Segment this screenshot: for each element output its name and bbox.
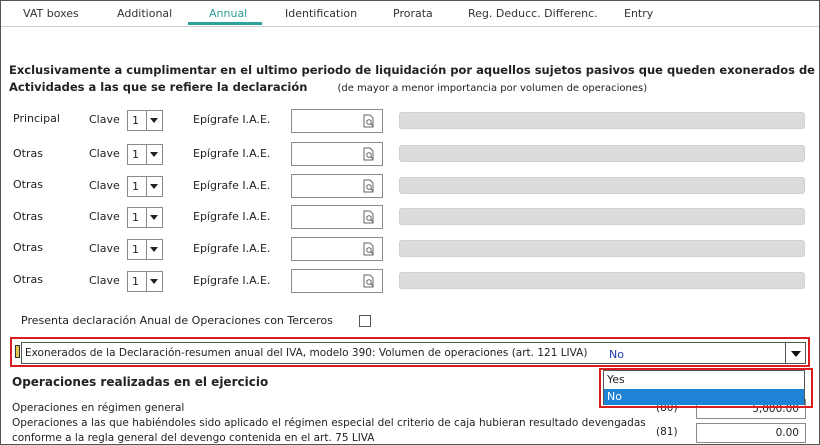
operaciones-regimen-general-label: Operaciones en régimen general xyxy=(12,402,185,414)
exonerados-selected-value: No xyxy=(609,348,624,361)
activity-type-label: Otras xyxy=(13,178,43,191)
tab-additional[interactable]: Additional xyxy=(117,7,172,20)
operaciones-criterio-caja-label-1: Operaciones a las que habiéndoles sido a… xyxy=(12,417,646,429)
required-indicator-icon xyxy=(15,345,20,358)
tab-bar: VAT boxes Additional Annual Identificati… xyxy=(1,1,819,27)
chevron-down-icon[interactable] xyxy=(146,272,162,291)
box-code-81: (81) xyxy=(656,426,678,438)
clave-value: 1 xyxy=(132,114,139,127)
clave-select[interactable]: 1 xyxy=(127,144,163,165)
clave-value: 1 xyxy=(132,275,139,288)
dropdown-option-yes[interactable]: Yes xyxy=(604,372,804,388)
operaciones-criterio-caja-label-2: conforme a la regla general del devengo … xyxy=(12,432,375,444)
criterio-caja-amount-input[interactable]: 0.00 xyxy=(696,423,806,443)
activity-description-field xyxy=(399,208,805,225)
epigrafe-label: Epígrafe I.A.E. xyxy=(193,274,271,287)
activities-subtitle: (de mayor a menor importancia por volume… xyxy=(337,83,648,94)
activity-description-field xyxy=(399,272,805,289)
chevron-down-icon[interactable] xyxy=(146,145,162,164)
clave-value: 1 xyxy=(132,243,139,256)
epigrafe-label: Epígrafe I.A.E. xyxy=(193,242,271,255)
lookup-icon[interactable] xyxy=(363,274,375,288)
activity-description-field xyxy=(399,177,805,194)
activities-title: Actividades a las que se refiere la decl… xyxy=(9,80,308,94)
clave-label: Clave xyxy=(89,210,120,223)
epigrafe-input[interactable] xyxy=(291,205,383,229)
lookup-icon[interactable] xyxy=(363,147,375,161)
activity-type-label: Otras xyxy=(13,241,43,254)
chevron-down-icon[interactable] xyxy=(146,208,162,227)
clave-label: Clave xyxy=(89,147,120,160)
terceros-label: Presenta declaración Anual de Operacione… xyxy=(21,314,333,327)
epigrafe-input[interactable] xyxy=(291,237,383,261)
epigrafe-input[interactable] xyxy=(291,142,383,166)
clave-select[interactable]: 1 xyxy=(127,110,163,131)
terceros-checkbox[interactable] xyxy=(359,315,371,327)
tab-reg-deducc-differenc[interactable]: Reg. Deducc. Differenc. xyxy=(468,7,598,20)
chevron-down-icon[interactable] xyxy=(146,111,162,130)
section-heading: Exclusivamente a cumplimentar en el ulti… xyxy=(9,63,820,77)
clave-value: 1 xyxy=(132,211,139,224)
lookup-icon[interactable] xyxy=(363,242,375,256)
active-tab-indicator xyxy=(188,22,262,25)
epigrafe-label: Epígrafe I.A.E. xyxy=(193,147,271,160)
epigrafe-label: Epígrafe I.A.E. xyxy=(193,179,271,192)
tab-identification[interactable]: Identification xyxy=(285,7,357,20)
tab-prorata[interactable]: Prorata xyxy=(393,7,433,20)
clave-value: 1 xyxy=(132,148,139,161)
chevron-down-icon[interactable] xyxy=(146,240,162,259)
activity-description-field xyxy=(399,112,805,129)
epigrafe-input[interactable] xyxy=(291,174,383,198)
chevron-down-icon[interactable] xyxy=(785,343,805,363)
chevron-down-icon[interactable] xyxy=(146,177,162,196)
activity-description-field xyxy=(399,240,805,257)
tab-entry[interactable]: Entry xyxy=(624,7,653,20)
clave-select[interactable]: 1 xyxy=(127,176,163,197)
clave-label: Clave xyxy=(89,242,120,255)
exonerados-dropdown-list: Yes No xyxy=(603,370,805,405)
lookup-icon[interactable] xyxy=(363,210,375,224)
lookup-icon[interactable] xyxy=(363,114,375,128)
activity-type-label: Principal xyxy=(13,112,60,125)
clave-label: Clave xyxy=(89,113,120,126)
clave-select[interactable]: 1 xyxy=(127,239,163,260)
clave-label: Clave xyxy=(89,274,120,287)
clave-select[interactable]: 1 xyxy=(127,271,163,292)
exonerados-select[interactable]: Exonerados de la Declaración-resumen anu… xyxy=(21,342,806,364)
activity-type-label: Otras xyxy=(13,210,43,223)
clave-label: Clave xyxy=(89,179,120,192)
clave-value: 1 xyxy=(132,180,139,193)
tab-annual[interactable]: Annual xyxy=(209,7,247,20)
epigrafe-input[interactable] xyxy=(291,269,383,293)
dropdown-option-no[interactable]: No xyxy=(604,389,804,405)
clave-select[interactable]: 1 xyxy=(127,207,163,228)
lookup-icon[interactable] xyxy=(363,179,375,193)
operaciones-title: Operaciones realizadas en el ejercicio xyxy=(12,375,269,389)
epigrafe-label: Epígrafe I.A.E. xyxy=(193,113,271,126)
activities-heading: Actividades a las que se refiere la decl… xyxy=(9,80,647,94)
tab-vat-boxes[interactable]: VAT boxes xyxy=(23,7,79,20)
activity-type-label: Otras xyxy=(13,273,43,286)
annual-vat-form: VAT boxes Additional Annual Identificati… xyxy=(0,0,820,445)
epigrafe-input[interactable] xyxy=(291,109,383,133)
activity-description-field xyxy=(399,145,805,162)
exonerados-label: Exonerados de la Declaración-resumen anu… xyxy=(25,347,588,359)
activity-type-label: Otras xyxy=(13,147,43,160)
epigrafe-label: Epígrafe I.A.E. xyxy=(193,210,271,223)
